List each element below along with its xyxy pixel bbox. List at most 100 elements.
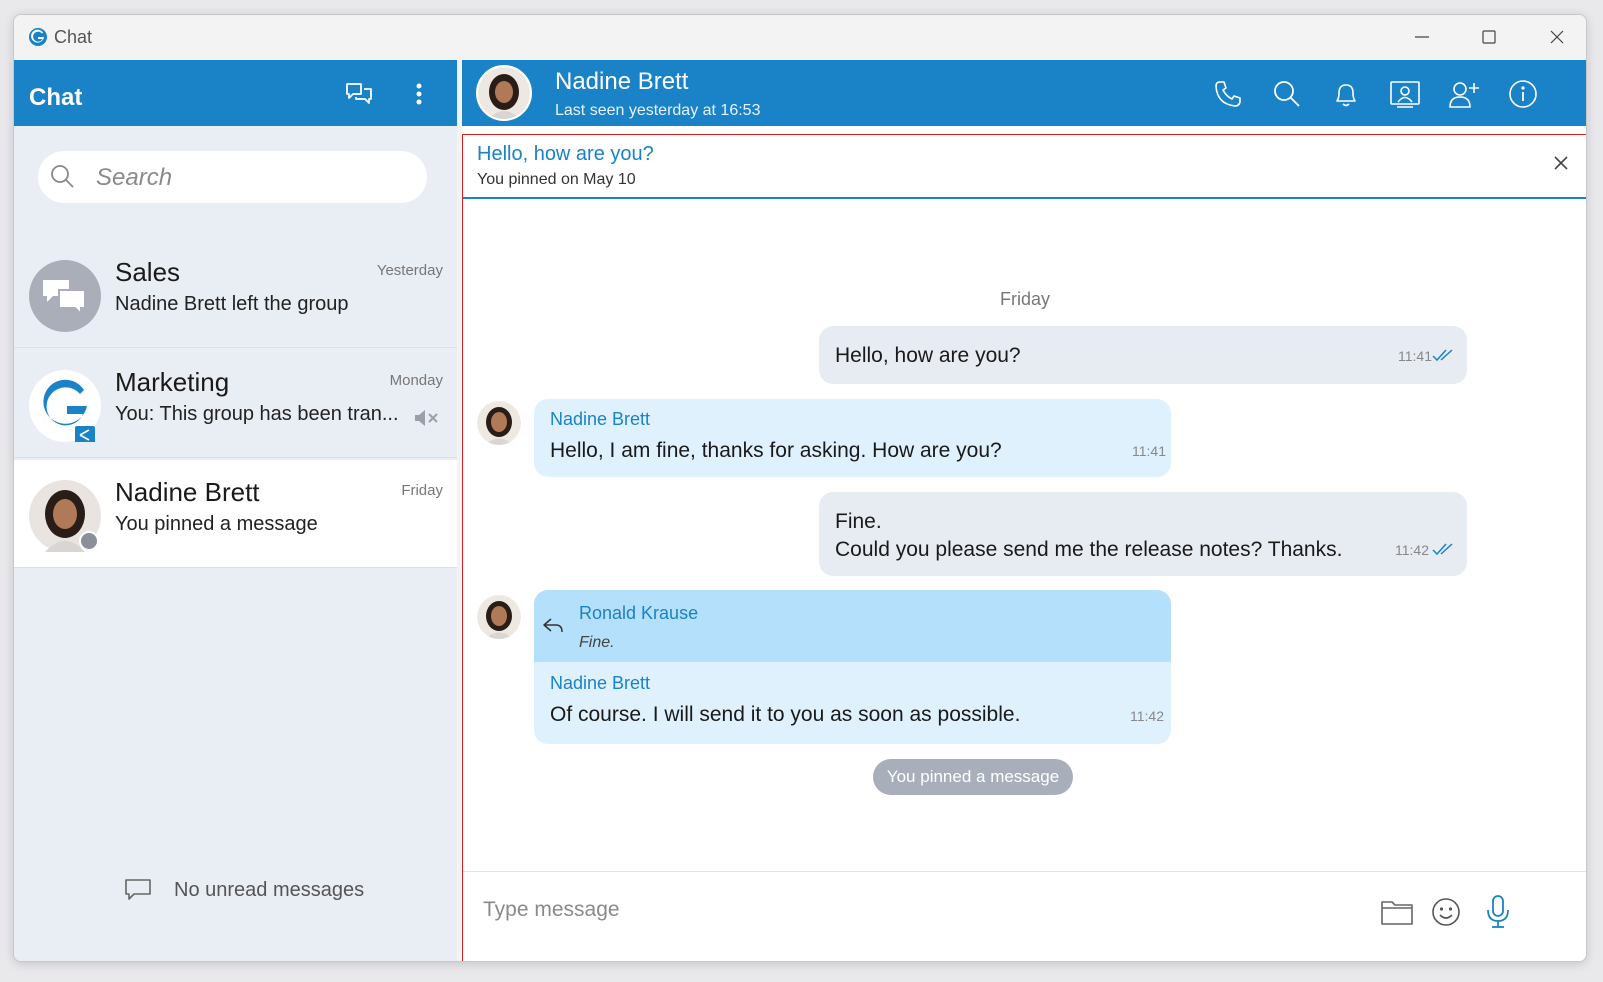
more-options-button[interactable] [403, 78, 435, 110]
message-text: Hello, how are you? [835, 344, 1021, 367]
minimize-button[interactable] [1392, 15, 1452, 58]
window-title: Chat [54, 27, 93, 47]
add-user-icon [1449, 82, 1479, 108]
contact-name: Nadine Brett [555, 68, 689, 95]
conversation-item-sales[interactable]: Sales Yesterday Nadine Brett left the gr… [14, 240, 457, 348]
add-participant-button[interactable] [1446, 76, 1482, 112]
contact-avatar[interactable] [476, 65, 532, 121]
conversation-area: Hello, how are you? You pinned on May 10… [462, 134, 1586, 961]
conversation-preview: You: This group has been tran... [115, 403, 399, 425]
emoji-icon [1432, 898, 1460, 926]
read-receipt-icon [1432, 543, 1453, 556]
sender-name: Nadine Brett [550, 409, 651, 429]
quoted-sender-name: Ronald Krause [579, 603, 699, 623]
screen-share-icon [1390, 81, 1420, 108]
conversation-preview: You pinned a message [115, 513, 318, 535]
message-time: 11:41 [1398, 348, 1432, 364]
new-chat-icon [346, 83, 372, 104]
phone-icon [1215, 81, 1241, 107]
system-message: You pinned a message [873, 759, 1073, 795]
conversation-name: Nadine Brett [115, 477, 260, 507]
message-time: 11:42 [1395, 542, 1429, 558]
sidebar-header: Chat [14, 60, 457, 126]
brand-logo-icon [30, 371, 100, 444]
user-photo-icon [29, 480, 101, 552]
pinned-message-info: You pinned on May 10 [477, 171, 636, 188]
chat-header: Nadine Brett Last seen yesterday at 16:5… [462, 60, 1586, 126]
message-time: 11:42 [1130, 708, 1164, 724]
avatar [29, 480, 101, 552]
attach-file-button[interactable] [1377, 892, 1417, 932]
conversation-name: Sales [115, 257, 181, 287]
message-time: 11:41 [1132, 443, 1166, 459]
title-bar: Chat [14, 15, 1586, 58]
conversation-time: Yesterday [376, 262, 443, 279]
info-button[interactable] [1505, 76, 1541, 112]
close-window-button[interactable] [1527, 15, 1586, 58]
search-box[interactable] [38, 151, 427, 203]
conversation-name: Marketing [115, 367, 230, 397]
day-separator: Friday [999, 289, 1050, 309]
bell-icon [1336, 84, 1356, 107]
message-bubble-outgoing[interactable]: Hello, how are you? 11:41 [819, 326, 1467, 384]
avatar [29, 260, 101, 332]
app-window: Chat Chat Search Sales Yesterday Nadine … [13, 14, 1587, 962]
message-text-line-1: Fine. [835, 510, 882, 533]
message-text: Of course. I will send it to you as soon… [550, 703, 1021, 726]
sender-avatar [477, 595, 521, 639]
microphone-icon [1487, 895, 1509, 928]
conversation-time: Monday [389, 372, 443, 389]
message-bubble-incoming-reply[interactable]: Ronald Krause Fine. Nadine Brett Of cour… [534, 590, 1171, 744]
message-bubble-incoming[interactable]: Nadine Brett Hello, I am fine, thanks fo… [534, 399, 1171, 477]
unpin-close-icon[interactable] [1551, 153, 1571, 173]
muted-icon [415, 410, 438, 426]
quoted-reply[interactable]: Ronald Krause Fine. [534, 590, 1171, 662]
user-photo-icon [477, 401, 521, 445]
message-input[interactable] [483, 898, 1283, 922]
maximize-icon [1482, 29, 1496, 44]
search-icon [51, 165, 74, 188]
minimize-icon [1415, 35, 1429, 38]
read-receipt-icon [1432, 349, 1453, 362]
call-button[interactable] [1210, 76, 1246, 112]
message-text-line-2: Could you please send me the release not… [835, 538, 1343, 561]
sender-name: Nadine Brett [550, 673, 651, 693]
search-icon [1274, 81, 1300, 107]
app-logo-icon [29, 28, 47, 46]
info-icon [1509, 80, 1537, 108]
emoji-button[interactable] [1426, 892, 1466, 932]
user-photo-icon [477, 595, 521, 639]
search-chat-button[interactable] [1269, 76, 1305, 112]
chat-panel: Nadine Brett Last seen yesterday at 16:5… [462, 60, 1586, 961]
maximize-button[interactable] [1459, 15, 1519, 58]
message-text: Hello, I am fine, thanks for asking. How… [550, 439, 1002, 462]
notifications-button[interactable] [1328, 76, 1364, 112]
folder-icon [1381, 901, 1413, 925]
no-unread-label: No unread messages [174, 878, 365, 901]
avatar [29, 370, 101, 444]
share-screen-button[interactable] [1387, 76, 1423, 112]
user-photo-icon [478, 67, 530, 119]
more-vertical-icon [416, 83, 422, 105]
conversation-time: Friday [401, 482, 443, 499]
pinned-message-bar[interactable]: Hello, how are you? You pinned on May 10 [463, 135, 1586, 199]
sidebar: Chat Search Sales Yesterday Nadine Brett… [14, 60, 457, 961]
pinned-message-text: Hello, how are you? [477, 143, 654, 165]
sidebar-title: Chat [29, 84, 83, 111]
conversation-preview: Nadine Brett left the group [115, 293, 349, 315]
reply-icon [543, 618, 563, 633]
group-chat-icon [43, 280, 86, 317]
sender-avatar [477, 401, 521, 445]
contact-status: Last seen yesterday at 16:53 [555, 102, 761, 119]
no-unread-indicator: No unread messages [124, 878, 364, 902]
new-chat-button[interactable] [343, 78, 375, 110]
composer [463, 871, 1586, 961]
voice-message-button[interactable] [1478, 892, 1518, 932]
search-input[interactable] [96, 164, 396, 192]
quoted-text: Fine. [579, 634, 615, 651]
message-icon [125, 879, 151, 900]
message-bubble-outgoing[interactable]: Fine. Could you please send me the relea… [819, 492, 1467, 576]
close-icon [1550, 30, 1564, 43]
conversation-item-nadine-brett[interactable]: Nadine Brett Friday You pinned a message [14, 460, 457, 568]
conversation-item-marketing[interactable]: Marketing Monday You: This group has bee… [14, 350, 457, 458]
